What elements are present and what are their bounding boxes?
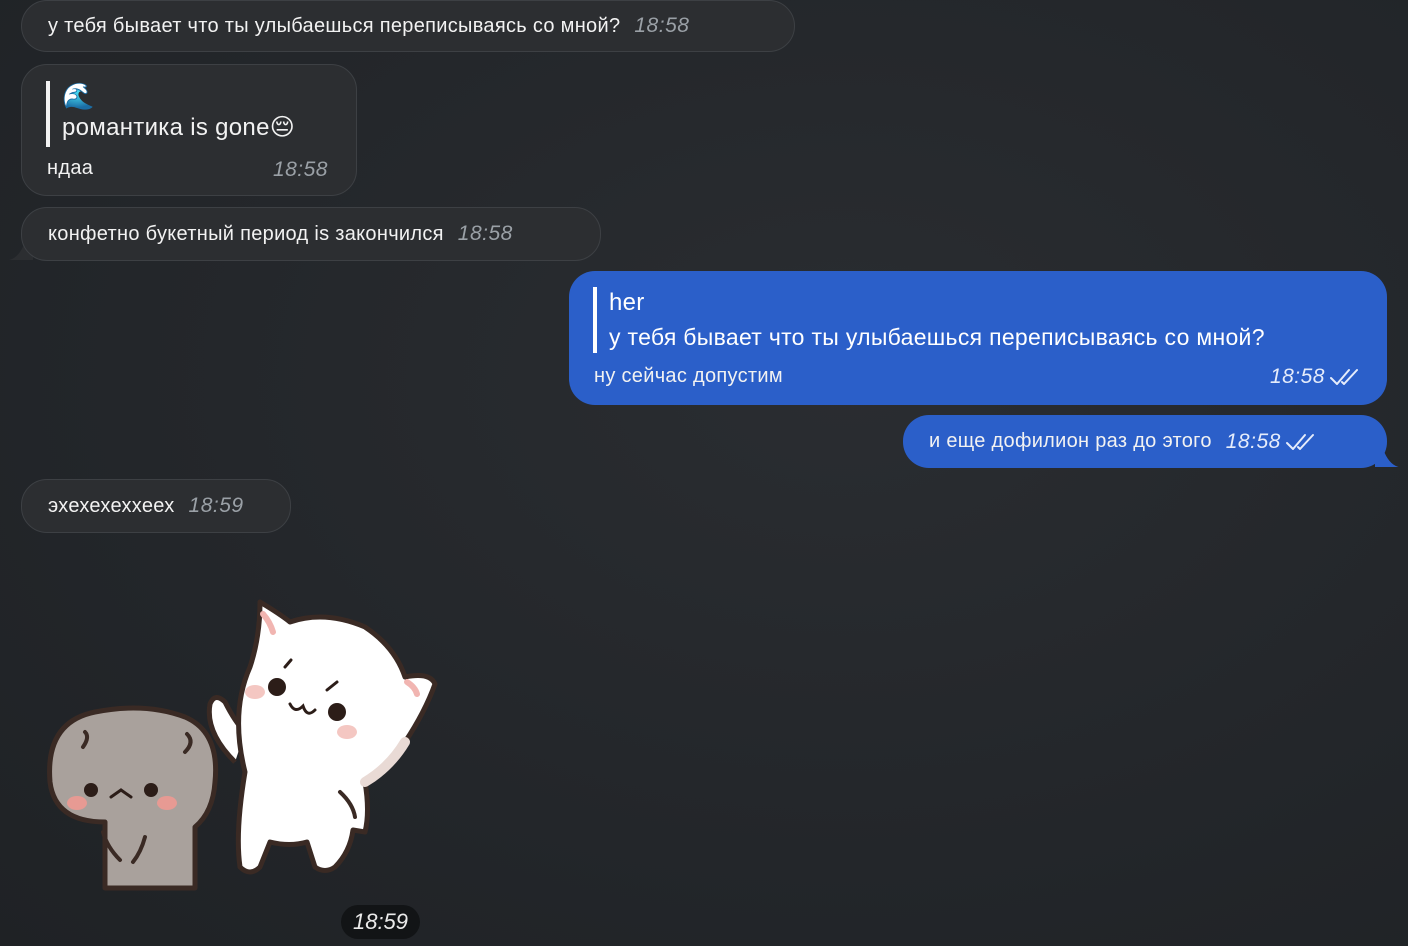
message-time: 18:58 [272,158,328,181]
message-time: 18:58 [634,14,690,37]
wave-emoji: 🌊 [62,81,95,111]
incoming-message[interactable]: 🌊 романтика is gone😔 ндаа 18:58 [21,64,357,196]
quote-text: романтика is gone😔 [62,114,296,141]
outgoing-message[interactable]: her у тебя бывает что ты улыбаешься пере… [569,271,1387,405]
message-text: эхехехеххеех [48,494,175,517]
incoming-message[interactable]: конфетно букетный период is закончился 1… [21,207,601,261]
message-text: конфетно букетный период is закончился [48,222,444,245]
incoming-message[interactable]: у тебя бывает что ты улыбаешься переписы… [21,0,795,52]
message-text: у тебя бывает что ты улыбаешься переписы… [48,14,621,37]
message-text: ну сейчас допустим [594,365,783,387]
grey-cat [47,705,219,891]
sticker-time: 18:59 [341,905,420,939]
reply-quote[interactable]: 🌊 романтика is gone😔 [46,81,295,147]
outgoing-message[interactable]: и еще дофилион раз до этого 18:58 [903,415,1387,468]
message-time: 18:58 [1269,365,1325,388]
incoming-message[interactable]: эхехехеххеех 18:59 [21,479,291,533]
white-cat [206,599,438,875]
double-check-icon [1285,433,1314,450]
cat-sticker[interactable] [45,592,445,892]
double-check-icon [1330,369,1358,385]
message-time: 18:58 [1225,429,1281,453]
quote-author: her [609,289,645,316]
message-time: 18:58 [457,222,513,245]
message-time: 18:59 [188,494,244,517]
reply-quote[interactable]: her у тебя бывает что ты улыбаешься пере… [593,287,1265,353]
chat-view: у тебя бывает что ты улыбаешься переписы… [0,0,1408,946]
sticker-time-text: 18:59 [352,909,409,934]
message-text: ндаа [47,157,94,179]
message-text: и еще дофилион раз до этого [929,430,1212,452]
quote-text: у тебя бывает что ты улыбаешься переписы… [609,324,1265,350]
